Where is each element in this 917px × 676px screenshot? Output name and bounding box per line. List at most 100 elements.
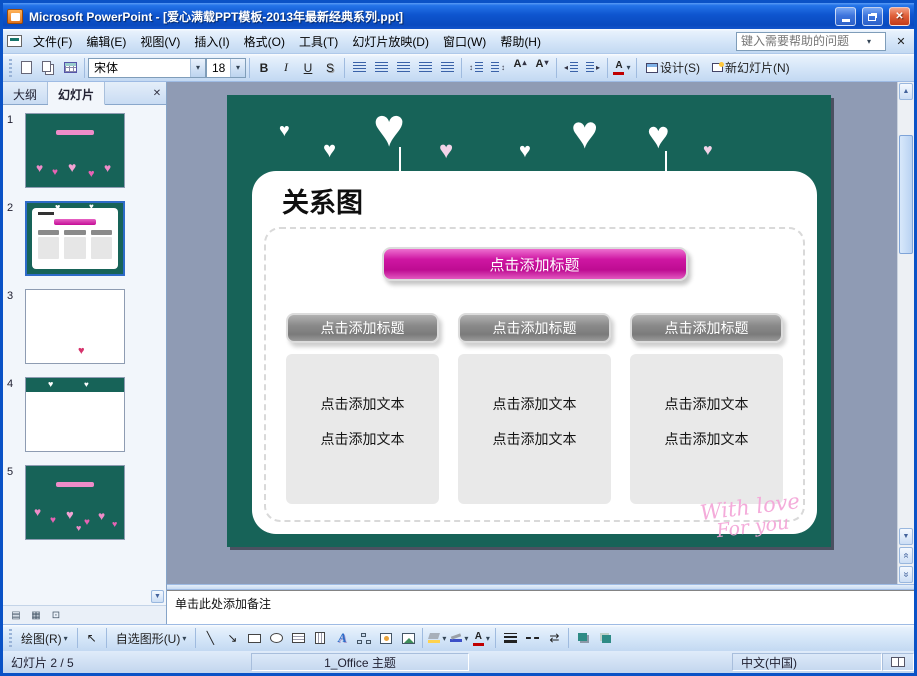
insert-picture-button[interactable]	[397, 627, 419, 649]
panel-scroll-down-button[interactable]: ▼	[151, 590, 164, 603]
justify-button[interactable]	[414, 57, 436, 79]
align-left-button[interactable]	[348, 57, 370, 79]
help-search-input[interactable]	[737, 34, 867, 48]
normal-view-button[interactable]: ▤	[7, 608, 25, 623]
vertical-text-box-button[interactable]	[309, 627, 331, 649]
column-text-line[interactable]: 点击添加文本	[493, 394, 577, 414]
fill-color-button[interactable]: ▾	[426, 627, 448, 649]
scrollbar-thumb[interactable]	[899, 135, 913, 255]
slide-sorter-view-button[interactable]: ▦	[27, 608, 45, 623]
design-button[interactable]: 设计(S)	[640, 57, 706, 79]
document-icon[interactable]	[7, 35, 22, 47]
line-tool-button[interactable]: ╲	[199, 627, 221, 649]
font-color-button[interactable]: A ▾	[611, 57, 633, 79]
font-name-combo[interactable]: 宋体 ▾	[88, 57, 206, 78]
draw-font-color-button[interactable]: A ▾	[470, 627, 492, 649]
shadow-style-button[interactable]	[572, 627, 594, 649]
font-name-dropdown[interactable]: ▾	[190, 58, 205, 77]
column-body-placeholder[interactable]: 点击添加文本 点击添加文本	[630, 354, 783, 504]
column-body-placeholder[interactable]: 点击添加文本 点击添加文本	[458, 354, 611, 504]
notes-pane[interactable]: 单击此处添加备注	[167, 590, 914, 624]
next-slide-button[interactable]: «	[899, 566, 913, 583]
wordart-button[interactable]: A	[331, 627, 353, 649]
font-size-combo[interactable]: 18 ▾	[206, 57, 246, 78]
restore-button[interactable]	[862, 6, 883, 26]
slide-thumbnail-2[interactable]: ♥ ♥	[25, 201, 125, 276]
new-slide-button[interactable]: 新幻灯片(N)	[706, 57, 796, 79]
slide-thumbnail-3[interactable]: ♥	[25, 289, 125, 364]
scrollbar-track[interactable]	[899, 101, 913, 527]
panel-close-button[interactable]: ✕	[148, 82, 166, 104]
arrow-style-button[interactable]: ⇄	[543, 627, 565, 649]
line-style-button[interactable]	[499, 627, 521, 649]
scroll-down-button[interactable]: ▼	[899, 528, 913, 545]
column-text-line[interactable]: 点击添加文本	[321, 394, 405, 414]
tab-outline[interactable]: 大纲	[3, 82, 49, 104]
menu-format[interactable]: 格式(O)	[237, 29, 292, 54]
italic-button[interactable]: I	[275, 57, 297, 79]
rectangle-tool-button[interactable]	[243, 627, 265, 649]
3d-style-button[interactable]	[594, 627, 616, 649]
clip-art-button[interactable]	[375, 627, 397, 649]
increase-indent-button[interactable]: ▸	[582, 57, 604, 79]
autoshapes-button[interactable]: 自选图形(U) ▾	[110, 627, 193, 649]
oval-tool-button[interactable]	[265, 627, 287, 649]
menu-file[interactable]: 文件(F)	[26, 29, 79, 54]
column-header-placeholder[interactable]: 点击添加标题	[458, 313, 611, 343]
menu-view[interactable]: 视图(V)	[133, 29, 187, 54]
bold-button[interactable]: B	[253, 57, 275, 79]
menu-help[interactable]: 帮助(H)	[493, 29, 548, 54]
diagram-top-title-placeholder[interactable]: 点击添加标题	[381, 247, 688, 281]
help-dropdown-icon[interactable]: ▾	[867, 37, 871, 46]
previous-slide-button[interactable]: «	[899, 547, 913, 564]
column-text-line[interactable]: 点击添加文本	[665, 394, 749, 414]
copy-button[interactable]	[37, 57, 59, 79]
new-button[interactable]	[15, 57, 37, 79]
diagram-container[interactable]: 点击添加标题 点击添加标题 点击添加文本 点击添加文本 点击添加标题 点击添加文…	[264, 227, 805, 522]
minimize-button[interactable]	[835, 6, 856, 26]
menu-tools[interactable]: 工具(T)	[292, 29, 345, 54]
line-spacing-decrease-button[interactable]: ↕	[487, 57, 509, 79]
underline-button[interactable]: U	[297, 57, 319, 79]
toolbar-grip[interactable]	[9, 629, 12, 647]
slide-canvas[interactable]: ♥ ♥ ♥ ♥ ♥ ♥ ♥ ♥ 关系图 点击添加标题 点击添加标题 点击添加文本…	[227, 95, 831, 547]
powerpoint-app-icon[interactable]	[7, 8, 23, 24]
distribute-button[interactable]	[436, 57, 458, 79]
document-close-button[interactable]: ✕	[892, 32, 910, 50]
draw-menu-button[interactable]: 绘图(R) ▾	[15, 627, 74, 649]
scroll-up-button[interactable]: ▲	[899, 83, 913, 100]
increase-font-button[interactable]: A ▴	[509, 57, 531, 79]
column-header-placeholder[interactable]: 点击添加标题	[630, 313, 783, 343]
menu-insert[interactable]: 插入(I)	[187, 29, 236, 54]
menu-slideshow[interactable]: 幻灯片放映(D)	[345, 29, 436, 54]
dash-style-button[interactable]	[521, 627, 543, 649]
align-center-button[interactable]	[370, 57, 392, 79]
font-size-dropdown[interactable]: ▾	[230, 58, 245, 77]
status-spellcheck[interactable]	[882, 653, 914, 671]
notes-placeholder[interactable]: 单击此处添加备注	[175, 597, 271, 611]
line-spacing-increase-button[interactable]: ↕	[465, 57, 487, 79]
insert-table-button[interactable]	[59, 57, 81, 79]
text-shadow-button[interactable]: S	[319, 57, 341, 79]
slide-thumbnail-1[interactable]: ♥ ♥ ♥ ♥ ♥	[25, 113, 125, 188]
slide-title-placeholder[interactable]: 关系图	[282, 181, 363, 220]
decrease-indent-button[interactable]: ◂	[560, 57, 582, 79]
column-text-line[interactable]: 点击添加文本	[665, 429, 749, 449]
align-right-button[interactable]	[392, 57, 414, 79]
toolbar-grip[interactable]	[9, 58, 12, 77]
column-body-placeholder[interactable]: 点击添加文本 点击添加文本	[286, 354, 439, 504]
menu-window[interactable]: 窗口(W)	[436, 29, 493, 54]
text-box-button[interactable]	[287, 627, 309, 649]
select-objects-button[interactable]: ↖	[81, 627, 103, 649]
column-text-line[interactable]: 点击添加文本	[321, 429, 405, 449]
menu-edit[interactable]: 编辑(E)	[79, 29, 133, 54]
line-color-button[interactable]: ▾	[448, 627, 470, 649]
slide-thumbnail-5[interactable]: ♥ ♥ ♥ ♥ ♥ ♥ ♥	[25, 465, 125, 540]
slide-thumbnail-4[interactable]: ♥ ♥	[25, 377, 125, 452]
column-header-placeholder[interactable]: 点击添加标题	[286, 313, 439, 343]
diagram-button[interactable]	[353, 627, 375, 649]
decrease-font-button[interactable]: A ▾	[531, 57, 553, 79]
slideshow-view-button[interactable]: ⊡	[47, 608, 65, 623]
arrow-tool-button[interactable]: ↘	[221, 627, 243, 649]
tab-slides[interactable]: 幻灯片	[48, 82, 106, 105]
